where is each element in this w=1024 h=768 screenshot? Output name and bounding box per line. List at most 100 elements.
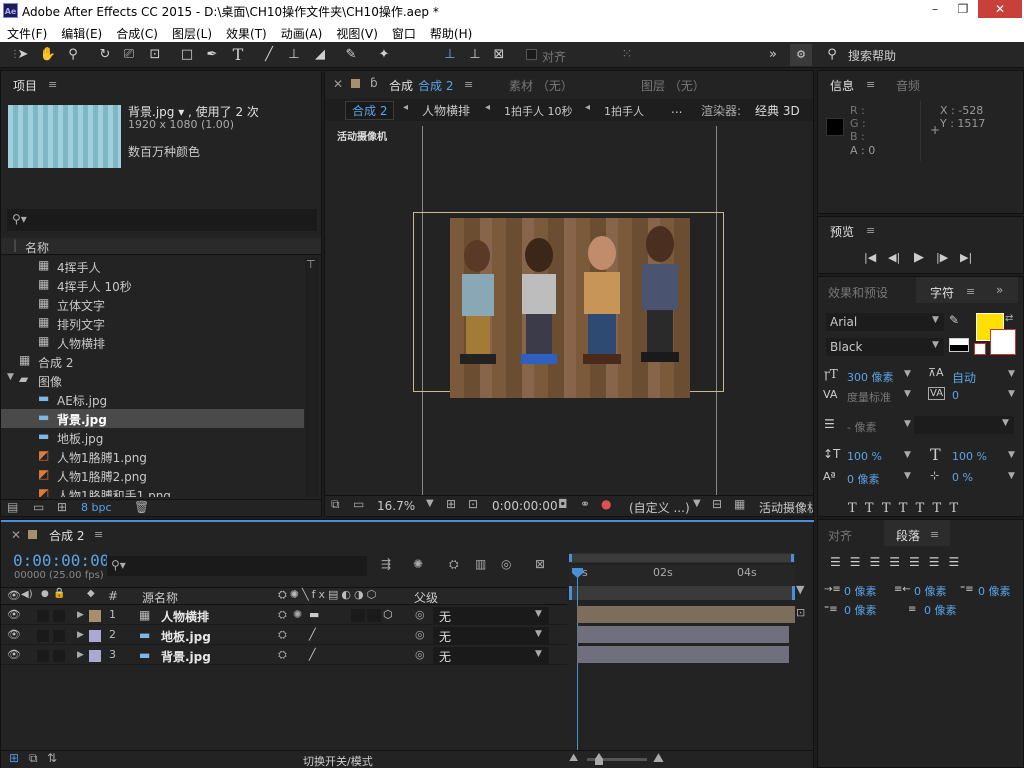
comp-canvas-image[interactable] [450,218,690,398]
adjustment-box[interactable] [367,609,381,622]
project-item[interactable]: ▼ ▰ 图像 [1,371,304,390]
kerning-value[interactable]: 度量标准 [847,389,891,405]
last-frame-icon[interactable]: ▶| [960,251,972,264]
project-search-input[interactable]: ⚲▾ [7,209,317,231]
eraser-tool-icon[interactable]: ◢ [311,46,329,64]
tab-character[interactable]: 字符 [930,284,954,301]
layer-row[interactable]: 👁 ▶ 2 ▬ 地板.jpg ⛭ ╱ ◎ 无 ▼ [1,626,567,645]
comp-mini-flowchart-icon[interactable]: ⇶ [381,557,391,571]
project-item[interactable]: ▦ 立体文字 [1,295,304,314]
workspace-icon[interactable]: ⚙ [790,44,812,66]
new-comp-icon[interactable]: ⊞ [57,500,67,514]
breadcrumb-more[interactable]: ... [671,102,682,116]
layer-name[interactable]: 背景.jpg [161,648,211,665]
label-color-swatch[interactable] [89,610,101,622]
tab-timeline-comp[interactable]: 合成 2 [49,527,84,544]
quality-switch-icon[interactable]: ╱ [309,648,316,661]
indent-right-value[interactable]: 0 像素 [914,583,947,599]
font-style-dropdown[interactable]: Black ▼ [826,338,944,356]
render-range-bar[interactable] [569,586,795,600]
project-item[interactable]: ▦ 合成 2 [1,352,304,371]
menu-layer[interactable]: 图层(L) [165,22,219,42]
visibility-eye-icon[interactable]: 👁 [7,648,21,661]
zoom-dropdown-icon[interactable]: ▼ [426,498,434,509]
pick-whip-icon[interactable]: ◎ [415,648,425,661]
close-comp-tab-icon[interactable]: ✕ [333,77,343,91]
project-item[interactable]: ▬ AE标.jpg [1,390,304,409]
interpret-footage-icon[interactable]: ▤ [7,500,18,514]
viewer-timecode[interactable]: 0:00:00:00 [492,499,558,513]
transparency-grid-icon[interactable]: ⊡ [468,497,478,511]
tab-footage[interactable]: 素材 （无） [509,77,573,94]
swap-colors-icon[interactable]: ⇄ [1005,313,1013,324]
breadcrumb-people[interactable]: 人物横排 [422,102,470,119]
layer-name[interactable]: 人物横排 [161,608,209,625]
breadcrumb-clap[interactable]: 1拍手人 [604,103,644,119]
comp-menu-icon[interactable]: ≡ [464,78,473,91]
layer-switches-icon[interactable]: ⊞ [9,751,19,765]
layer-bar-3[interactable] [577,646,789,663]
local-axis-icon[interactable]: ⊥ [441,46,459,64]
roto-brush-tool-icon[interactable]: ✎ [342,46,360,64]
timeline-menu-icon[interactable]: ≡ [94,528,103,541]
search-help-input[interactable]: 搜索帮助 [848,47,896,64]
zoom-out-mountain-icon[interactable]: ⛰ [569,751,578,765]
layer-name[interactable]: 地板.jpg [161,628,211,645]
parent-dropdown[interactable]: 无 ▼ [433,607,549,624]
project-item[interactable]: ▦ 人物横排 [1,333,304,352]
font-size-value[interactable]: 300 像素 [847,369,894,385]
timeline-timecode[interactable]: 0:00:00:00 [13,551,109,570]
current-time-indicator[interactable] [577,568,578,768]
fast-preview-icon[interactable]: ⊟ [712,497,722,511]
dropdown-arrow-icon[interactable]: ▼ [904,471,911,481]
show-snapshot-icon[interactable]: ⚭ [580,497,590,511]
pan-behind-tool-icon[interactable]: ⊡ [146,46,164,64]
paragraph-align-buttons[interactable]: ☰☰☰☰☰☰☰ [830,555,968,569]
paragraph-menu-icon[interactable]: ≡ [930,528,939,541]
menu-help[interactable]: 帮助(H) [423,22,479,42]
tab-composition[interactable]: 合成 2 [418,77,453,94]
rectangle-tool-icon[interactable]: □ [178,46,196,64]
eyedropper-icon[interactable]: ✎ [949,313,959,327]
info-menu-icon[interactable]: ≡ [866,78,875,91]
frame-blending-icon[interactable]: ▥ [475,557,486,571]
pick-whip-icon[interactable]: ◎ [415,608,425,621]
stroke-style-dropdown[interactable]: ▼ [914,416,1014,434]
tab-layer[interactable]: 图层 （无） [641,77,705,94]
project-item[interactable]: ◩ 人物1胳膊2.png [1,466,304,485]
dropdown-arrow-icon[interactable]: ▼ [1008,471,1015,481]
breadcrumb-clap10[interactable]: 1拍手人 10秒 [504,103,573,119]
project-menu-icon[interactable]: ≡ [48,78,57,91]
renderer-value[interactable]: 经典 3D [755,102,800,119]
display-icon[interactable]: ▭ [353,497,364,511]
rotate-tool-icon[interactable]: ↻ [96,46,114,64]
column-name[interactable]: 名称 [25,239,49,256]
shy-switch-icon[interactable]: ⛭ [278,648,287,662]
no-fill-swatch[interactable] [974,343,986,355]
tab-comp-prefix[interactable]: 合成 [389,77,413,94]
3d-layer-box[interactable] [351,609,365,622]
transfer-controls-icon[interactable]: ⧉ [29,751,38,766]
tab-effects-presets[interactable]: 效果和预设 [828,284,888,301]
play-icon[interactable]: ▶ [914,250,924,265]
maximize-button[interactable]: ❐ [950,0,976,18]
shy-layers-icon[interactable]: ⛭ [449,557,459,572]
close-button[interactable]: ✕ [978,0,1022,18]
motion-blur-icon[interactable]: ◎ [501,557,511,571]
zoom-tool-icon[interactable]: ⚲ [64,46,82,64]
collapse-switch-icon[interactable]: ✺ [293,608,302,621]
snap-options-icon[interactable]: ⁙ [618,46,636,64]
menu-animation[interactable]: 动画(A) [274,22,330,42]
zoom-in-mountain-icon[interactable]: ⛰ [653,751,664,766]
visibility-eye-icon[interactable]: 👁 [7,628,21,641]
prev-frame-icon[interactable]: ◀| [888,251,900,264]
in-out-panes-icon[interactable]: ⇅ [47,751,57,765]
type-tool-icon[interactable]: T [229,46,247,64]
project-item[interactable]: ▦ 排列文字 [1,314,304,333]
stroke-width-value[interactable]: - 像素 [847,419,876,435]
dropdown-arrow-icon[interactable]: ▼ [904,450,911,460]
expand-triangle-icon[interactable]: ▼ [7,372,14,382]
lock-box[interactable] [53,630,65,642]
dropdown-arrow-icon[interactable]: ▼ [1008,389,1015,399]
hand-tool-icon[interactable]: ✋ [39,46,57,64]
